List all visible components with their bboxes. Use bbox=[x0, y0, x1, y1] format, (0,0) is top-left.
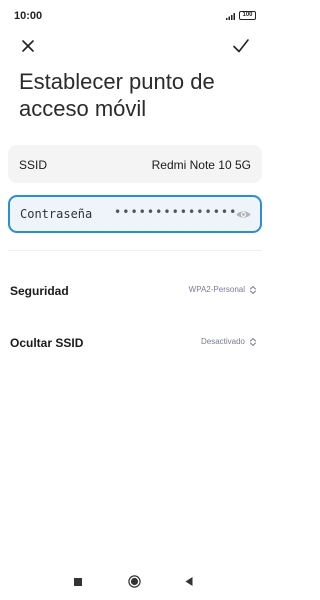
security-setting[interactable]: Seguridad WPA2-Personal bbox=[0, 276, 270, 306]
battery-icon: 100 bbox=[239, 11, 256, 20]
security-label: Seguridad bbox=[10, 284, 69, 298]
status-bar: 10:00 100 bbox=[0, 0, 270, 30]
hide-ssid-value: Desactivado bbox=[200, 337, 245, 346]
ssid-value: Redmi Note 10 5G bbox=[151, 158, 251, 172]
eye-icon[interactable] bbox=[235, 206, 252, 223]
recents-icon[interactable] bbox=[74, 578, 82, 586]
up-down-arrow-icon bbox=[250, 338, 256, 346]
password-label: Contraseña bbox=[20, 207, 93, 221]
confirm-button[interactable] bbox=[229, 34, 253, 58]
home-icon[interactable] bbox=[128, 575, 141, 588]
signal-icon bbox=[226, 13, 235, 20]
hide-ssid-setting[interactable]: Ocultar SSID Desactivado bbox=[0, 328, 270, 358]
status-time: 10:00 bbox=[14, 10, 43, 22]
ssid-field[interactable]: SSID Redmi Note 10 5G bbox=[8, 145, 262, 183]
divider bbox=[8, 250, 262, 251]
battery-tip bbox=[255, 14, 256, 17]
check-icon bbox=[233, 39, 249, 53]
back-icon[interactable] bbox=[184, 576, 194, 587]
hide-ssid-label: Ocultar SSID bbox=[10, 336, 84, 350]
page-title: Establecer punto de acceso móvil bbox=[19, 69, 215, 121]
ssid-label: SSID bbox=[19, 158, 48, 172]
security-value: WPA2-Personal bbox=[188, 285, 245, 294]
navigation-bar bbox=[0, 565, 270, 600]
close-icon bbox=[22, 40, 34, 52]
password-value: ••••••••••••••• bbox=[114, 205, 238, 219]
battery-level: 100 bbox=[239, 11, 256, 20]
password-field[interactable]: Contraseña ••••••••••••••• bbox=[8, 195, 262, 233]
up-down-arrow-icon bbox=[250, 286, 256, 294]
close-button[interactable] bbox=[16, 34, 40, 58]
